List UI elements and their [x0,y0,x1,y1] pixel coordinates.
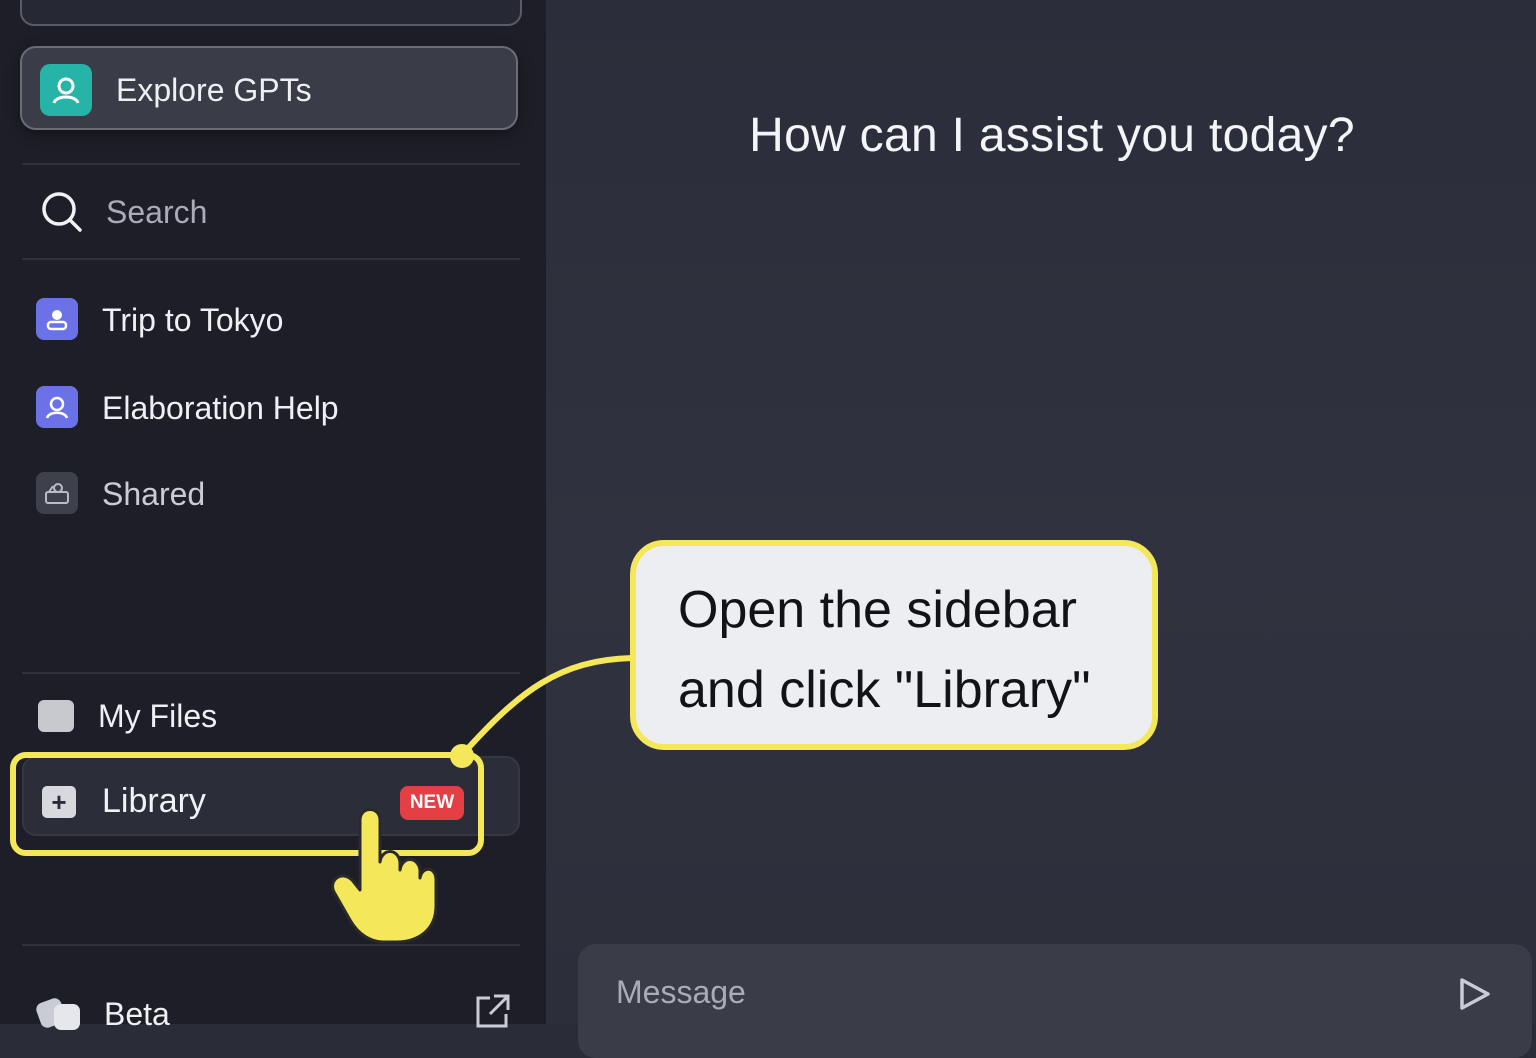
message-input[interactable]: Message [578,944,1532,1058]
folder-icon [38,700,74,732]
sidebar-item-trip-to-tokyo[interactable]: Trip to Tokyo [22,290,520,350]
divider [22,258,520,260]
sidebar-item-my-files[interactable]: My Files [22,686,520,746]
sidebar-item-label: Shared [102,476,206,512]
search-label: Search [106,194,208,230]
sidebar-item-label: Elaboration Help [102,390,339,426]
sidebar-top-button[interactable] [20,0,522,26]
beta-logo-icon [36,998,80,1030]
explore-gpts-button[interactable]: Explore GPTs [20,46,518,130]
callout-line-2: and click "Library" [678,661,1091,719]
user-icon [40,64,92,116]
sidebar: Explore GPTs Search Trip to Tokyo Elabor… [0,0,547,1032]
divider [22,672,520,674]
send-icon[interactable] [1456,974,1492,1014]
sidebar-item-label: Trip to Tokyo [102,302,284,338]
divider [22,163,520,165]
greeting-heading: How can I assist you today? [749,109,1355,162]
external-link-icon[interactable] [470,990,514,1034]
sidebar-item-elaboration-help[interactable]: Elaboration Help [22,378,520,438]
chat-main: How can I assist you today? [546,0,1536,1024]
person-icon [36,298,78,340]
search-button[interactable]: Search [22,168,520,256]
explore-gpts-label: Explore GPTs [116,72,312,108]
sidebar-item-shared[interactable]: Shared [22,464,520,524]
divider [22,944,520,946]
message-placeholder: Message [616,974,746,1010]
search-icon [42,192,82,232]
sidebar-item-beta[interactable]: Beta [22,984,520,1044]
share-icon [36,472,78,514]
sidebar-item-label: My Files [98,698,218,734]
library-highlight-box [10,752,484,856]
person-icon [36,386,78,428]
callout-line-1: Open the sidebar [678,581,1077,639]
beta-label: Beta [104,996,170,1032]
tutorial-callout: Open the sidebar and click "Library" [630,540,1158,750]
